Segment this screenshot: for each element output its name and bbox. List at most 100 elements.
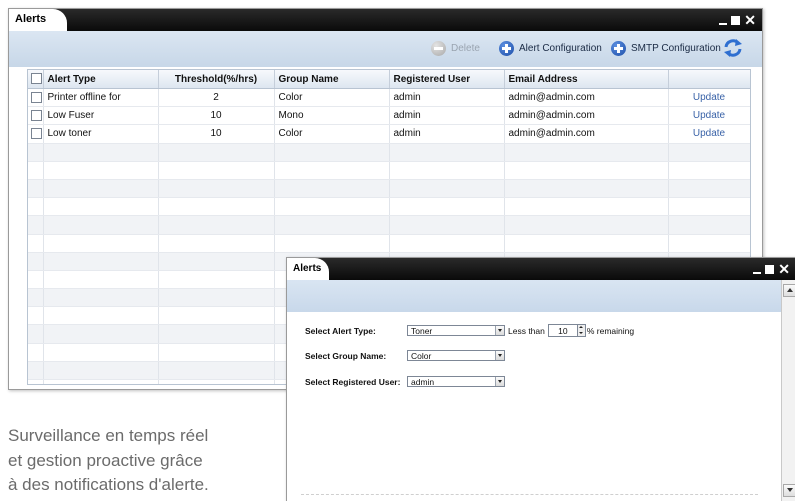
row-checkbox-cell[interactable] [28,88,44,108]
empty-cell [43,197,159,217]
scroll-down-icon[interactable] [783,484,795,497]
table-header: Alert Type Threshold(%/hrs) Group Name R… [28,70,750,89]
empty-cell [504,197,669,217]
minimize-icon[interactable] [719,23,728,25]
threshold-input[interactable]: 10 [547,324,578,337]
dialog-titlebar[interactable]: Alerts ✕ [287,258,795,280]
user-cell: admin [389,88,505,108]
empty-table-row [28,215,750,235]
spin-down-icon[interactable] [578,331,585,337]
table-row[interactable]: Printer offline for 2 Color admin admin@… [28,88,750,108]
row-checkbox-cell[interactable] [28,106,44,126]
empty-cell [389,143,505,162]
user-select[interactable]: admin [407,376,505,387]
empty-cell [389,179,505,199]
caption-text: Surveillance en temps réel et gestion pr… [8,424,278,498]
smtp-configuration-label: SMTP Configuration [631,43,721,54]
email-cell: admin@admin.com [504,106,669,126]
chevron-down-icon[interactable] [495,351,504,360]
delete-button[interactable]: Delete [431,41,480,56]
column-header[interactable]: Alert Type [43,70,159,89]
user-row: Select Registered User: admin [305,376,505,387]
refresh-icon[interactable] [723,39,743,57]
empty-cell [43,324,159,344]
empty-cell [158,197,275,217]
minimize-icon[interactable] [753,272,762,274]
update-link[interactable]: Update [668,106,750,126]
empty-cell [43,343,159,362]
alert-type-row: Select Alert Type: Toner Less than 10 % … [305,324,637,337]
row-checkbox-cell[interactable] [28,124,44,144]
table-row[interactable]: Low toner 10 Color admin admin@admin.com… [28,124,750,144]
column-header[interactable]: Email Address [504,70,669,89]
maximize-icon[interactable] [765,264,775,274]
empty-cell [28,288,44,308]
chevron-down-icon[interactable] [495,326,504,335]
empty-cell [389,234,505,253]
empty-cell [43,306,159,326]
empty-cell [389,161,505,180]
chevron-down-icon[interactable] [495,377,504,386]
empty-cell [274,161,390,180]
plus-circle-icon [499,41,514,56]
smtp-configuration-button[interactable]: SMTP Configuration [611,41,721,56]
empty-cell [158,288,275,308]
empty-table-row [28,234,750,253]
empty-cell [668,161,750,180]
empty-cell [158,252,275,271]
vertical-scrollbar[interactable] [781,280,795,501]
group-label: Select Group Name: [305,350,387,361]
user-cell: admin [389,106,505,126]
group-row: Select Group Name: Color [305,350,505,361]
column-header[interactable]: Group Name [274,70,390,89]
alert-configuration-button[interactable]: Alert Configuration [499,41,602,56]
alert-type-value: Toner [411,326,433,336]
threshold-stepper[interactable] [577,324,586,337]
update-link[interactable]: Update [668,88,750,108]
checkbox[interactable] [31,128,42,140]
empty-cell [28,270,44,290]
empty-cell [43,179,159,199]
update-link[interactable]: Update [668,124,750,144]
close-icon[interactable]: ✕ [778,262,790,276]
empty-cell [158,379,275,384]
empty-cell [158,234,275,253]
column-header [668,70,750,89]
user-value: admin [411,377,435,387]
window-titlebar[interactable]: Alerts ✕ [9,9,762,31]
column-header[interactable]: Registered User [389,70,505,89]
empty-cell [389,215,505,235]
caption-line: Surveillance en temps réel [8,426,209,445]
email-cell: admin@admin.com [504,88,669,108]
empty-cell [158,161,275,180]
minus-circle-icon [431,41,446,56]
empty-cell [28,343,44,362]
table-row[interactable]: Low Fuser 10 Mono admin admin@admin.com … [28,106,750,126]
empty-cell [504,234,669,253]
empty-table-row [28,161,750,180]
group-select[interactable]: Color [407,350,505,361]
close-icon[interactable]: ✕ [744,13,756,27]
checkbox[interactable] [31,92,42,104]
empty-cell [158,143,275,162]
empty-cell [28,306,44,326]
select-all-checkbox[interactable] [28,70,44,89]
empty-cell [43,361,159,381]
divider [301,494,758,495]
window-title-tab: Alerts [9,9,67,31]
scroll-up-icon[interactable] [783,284,795,297]
column-header[interactable]: Threshold(%/hrs) [158,70,275,89]
empty-cell [389,197,505,217]
maximize-icon[interactable] [731,15,741,25]
empty-cell [668,143,750,162]
checkbox[interactable] [31,110,42,122]
empty-cell [668,215,750,235]
plus-circle-icon [611,41,626,56]
dialog-controls: ✕ [753,258,790,280]
empty-cell [28,361,44,381]
empty-table-row [28,197,750,217]
alert-type-select[interactable]: Toner [407,325,505,336]
checkbox[interactable] [31,73,42,85]
threshold-cell: 10 [158,106,275,126]
threshold-cell: 10 [158,124,275,144]
